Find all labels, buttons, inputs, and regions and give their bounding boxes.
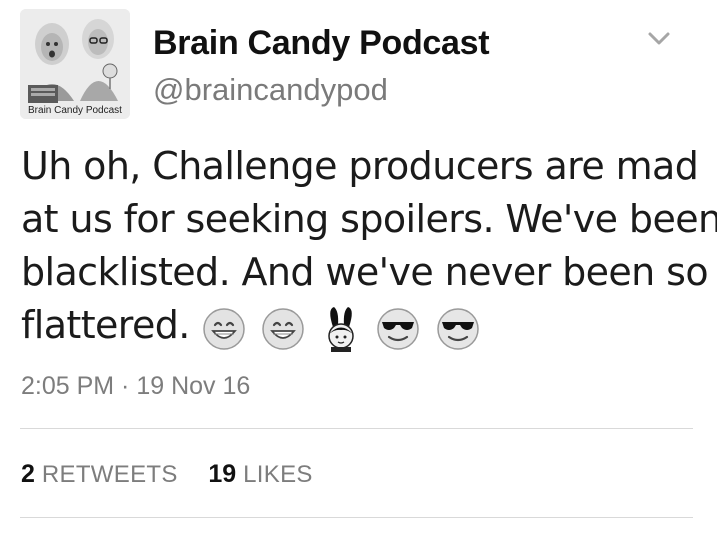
tweet-line: at us for seeking spoilers. We've been: [21, 197, 717, 241]
bunny-ears-icon: [321, 305, 361, 367]
chevron-down-icon[interactable]: [645, 27, 673, 51]
avatar-photo: [20, 9, 130, 119]
divider: [20, 428, 693, 429]
likes-label: LIKES: [243, 461, 313, 488]
avatar[interactable]: Brain Candy Podcast: [20, 9, 130, 119]
tweet-line-last: flattered.: [21, 299, 701, 367]
retweets-stat[interactable]: 2 RETWEETS: [21, 460, 178, 489]
tweet-line: Uh oh, Challenge producers are mad: [21, 144, 699, 188]
retweets-label: RETWEETS: [41, 461, 178, 488]
tweet-text: Uh oh, Challenge producers are mad at us…: [21, 140, 717, 367]
likes-stat[interactable]: 19 LIKES: [208, 460, 312, 489]
tweet-timestamp[interactable]: 2:05 PM · 19 Nov 16: [21, 372, 250, 401]
tweet-card: Brain Candy Podcast Brain Candy Podcast …: [0, 0, 717, 535]
grinning-face-icon: [202, 307, 246, 365]
likes-count: 19: [208, 460, 237, 488]
sunglasses-face-icon: [436, 307, 480, 365]
emoji-row: [202, 305, 484, 367]
divider: [20, 517, 693, 518]
retweets-count: 2: [21, 460, 35, 488]
tweet-line: flattered.: [21, 303, 190, 347]
avatar-caption: Brain Candy Podcast: [28, 105, 122, 116]
grinning-face-icon: [261, 307, 305, 365]
tweet-line: blacklisted. And we've never been so: [21, 250, 709, 294]
user-handle[interactable]: @braincandypod: [153, 72, 388, 108]
display-name[interactable]: Brain Candy Podcast: [153, 24, 490, 63]
sunglasses-face-icon: [376, 307, 420, 365]
tweet-stats: 2 RETWEETS 19 LIKES: [21, 460, 337, 489]
